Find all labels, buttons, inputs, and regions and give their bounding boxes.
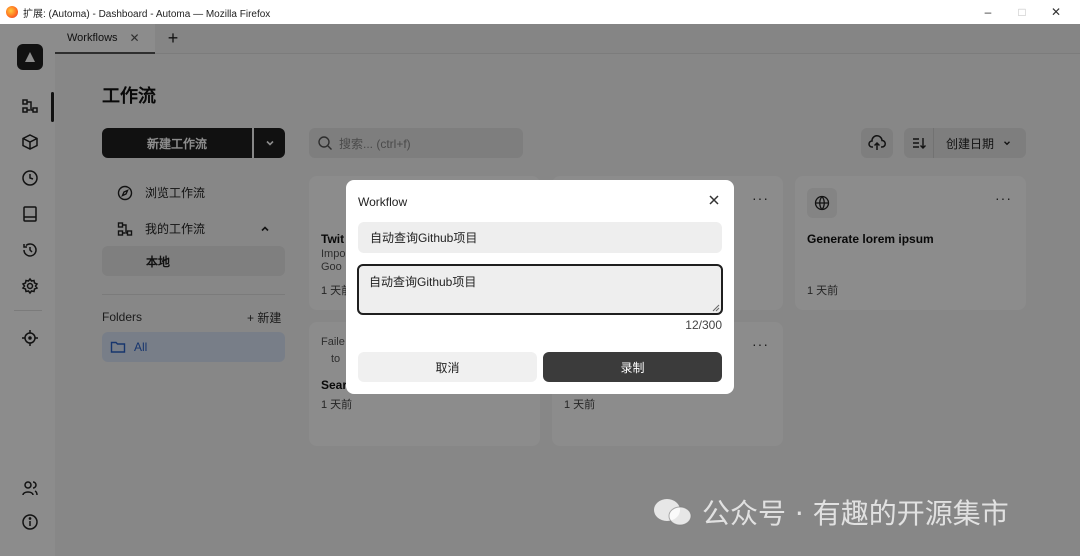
window-titlebar: 扩展: (Automa) - Dashboard - Automa — Mozi… [0, 0, 1080, 24]
wechat-icon [654, 499, 692, 526]
record-button[interactable]: 录制 [543, 352, 722, 382]
minimize-button[interactable]: – [970, 0, 1006, 24]
resize-grip-icon[interactable] [712, 304, 720, 312]
workflow-name-input[interactable] [358, 222, 722, 253]
firefox-logo-icon [6, 6, 18, 18]
modal-title: Workflow [358, 195, 408, 209]
watermark-text: 公众号 · 有趣的开源集市 [702, 497, 1009, 530]
workflow-modal: Workflow 自动查询Github项目 12/300 取消 录制 [346, 180, 734, 394]
char-count: 12/300 [685, 318, 722, 332]
window-title: 扩展: (Automa) - Dashboard - Automa — Mozi… [23, 8, 271, 20]
watermark: 公众号 · 有趣的开源集市 [652, 492, 1009, 532]
cancel-button[interactable]: 取消 [358, 352, 537, 382]
close-icon[interactable] [706, 192, 722, 208]
close-window-button[interactable]: ✕ [1038, 0, 1074, 24]
maximize-button[interactable]: □ [1004, 0, 1040, 24]
workflow-description-textarea[interactable]: 自动查询Github项目 [357, 264, 723, 315]
